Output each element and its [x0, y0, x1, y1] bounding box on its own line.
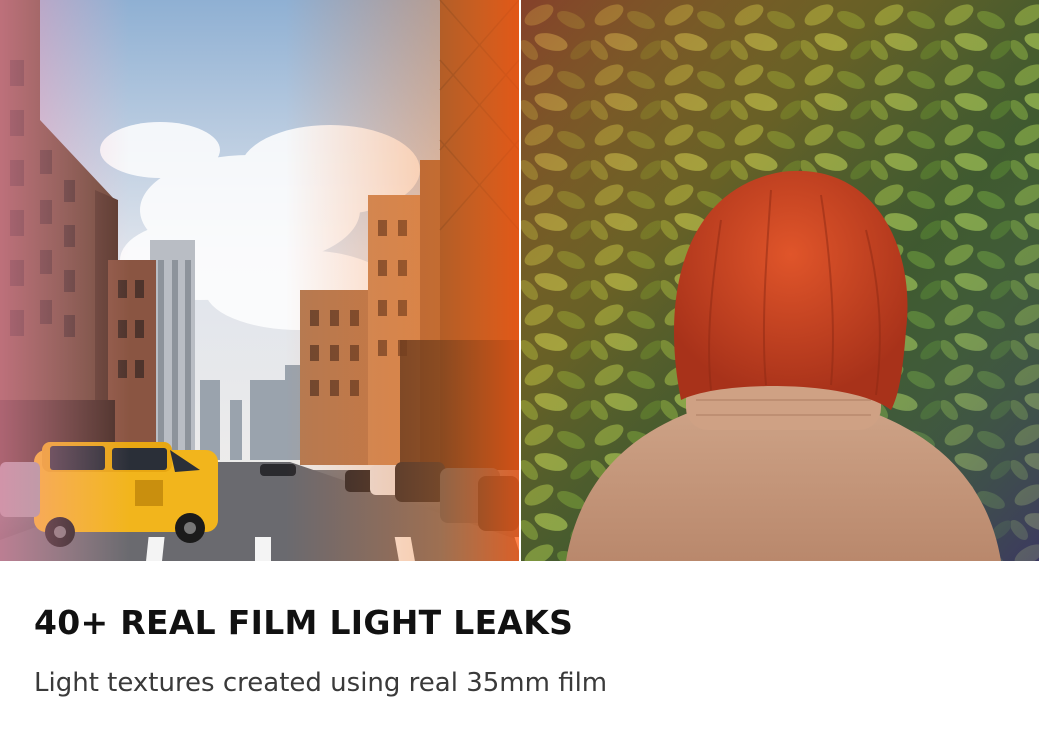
foliage-portrait-illustration	[521, 0, 1039, 561]
foliage-portrait-photo	[521, 0, 1039, 561]
city-street-illustration	[0, 0, 519, 561]
photo-strip	[0, 0, 1039, 561]
headline: 40+ REAL FILM LIGHT LEAKS	[34, 603, 574, 642]
city-street-photo	[0, 0, 519, 561]
promo-card: 40+ REAL FILM LIGHT LEAKS Light textures…	[0, 0, 1039, 754]
subheadline: Light textures created using real 35mm f…	[34, 668, 608, 698]
